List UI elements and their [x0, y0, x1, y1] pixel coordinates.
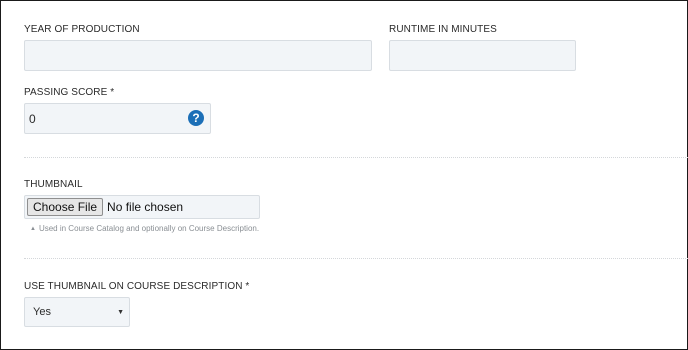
- runtime-in-minutes-input[interactable]: [390, 41, 575, 70]
- passing-score-input[interactable]: [25, 104, 210, 133]
- thumbnail-hint: ▲ Used in Course Catalog and optionally o…: [30, 224, 259, 233]
- choose-file-button[interactable]: Choose File: [27, 198, 104, 216]
- use-thumbnail-select[interactable]: Yes ▼: [24, 297, 130, 327]
- year-of-production-input[interactable]: [25, 41, 371, 70]
- thumbnail-label: THUMBNAIL: [24, 179, 83, 190]
- chevron-down-icon: ▼: [117, 309, 124, 316]
- passing-score-field[interactable]: ?: [24, 103, 211, 134]
- section-divider: [24, 157, 688, 158]
- thumbnail-file-input[interactable]: Choose File No file chosen: [24, 195, 260, 219]
- year-of-production-field[interactable]: [24, 40, 372, 71]
- year-of-production-label: YEAR OF PRODUCTION: [24, 24, 140, 35]
- thumbnail-hint-text: Used in Course Catalog and optionally on…: [38, 224, 260, 233]
- runtime-in-minutes-label: RUNTIME IN MINUTES: [389, 24, 497, 35]
- section-divider: [24, 258, 688, 259]
- runtime-in-minutes-field[interactable]: [389, 40, 576, 71]
- passing-score-label: PASSING SCORE *: [24, 87, 115, 98]
- caret-up-icon: ▲: [30, 226, 36, 232]
- use-thumbnail-label: USE THUMBNAIL ON COURSE DESCRIPTION *: [24, 281, 250, 292]
- file-status-text: No file chosen: [107, 200, 184, 214]
- use-thumbnail-selected-value: Yes: [33, 306, 51, 318]
- question-circle-icon[interactable]: ?: [188, 110, 204, 126]
